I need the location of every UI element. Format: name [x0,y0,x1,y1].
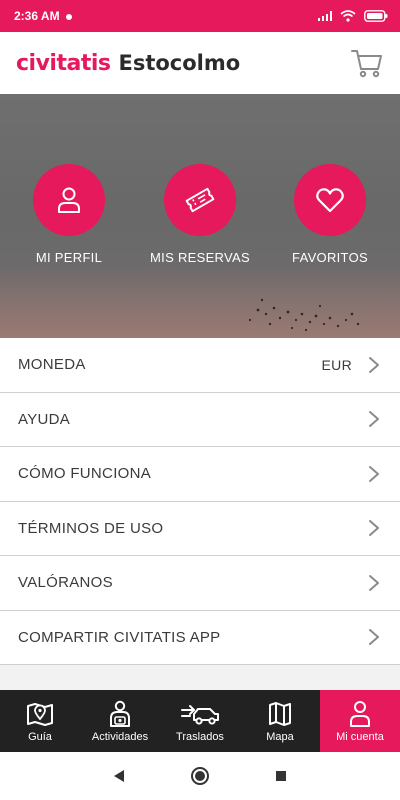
heart-icon [316,188,344,213]
menu-item-label: VALÓRANOS [18,574,113,592]
user-icon [350,700,370,727]
account-menu: MONEDA EUR AYUDA CÓMO FUNCIONA TÉRMINOS … [0,338,400,665]
wifi-icon [340,10,356,22]
nav-item-activities[interactable]: Actividades [80,690,160,752]
nav-label-map: Mapa [266,730,294,743]
menu-item-share[interactable]: COMPARTIR CIVITATIS APP [0,610,400,665]
home-icon[interactable] [190,766,210,786]
bottom-nav: Guía Actividades Traslados Mapa Mi cuent… [0,690,400,752]
user-icon [58,187,80,213]
menu-item-terms[interactable]: TÉRMINOS DE USO [0,501,400,556]
status-time: 2:36 AM [14,9,60,23]
hero-item-profile[interactable]: MI PERFIL [4,164,134,265]
ticket-icon [185,187,215,213]
menu-item-label: MONEDA [18,356,86,374]
hero-label-profile: MI PERFIL [35,250,103,265]
favorites-circle[interactable] [294,164,366,236]
map-pin-book-icon [27,702,53,726]
notification-dot [65,13,72,20]
menu-item-label: COMPARTIR CIVITATIS APP [18,628,221,646]
battery-icon [364,10,388,22]
nav-item-map[interactable]: Mapa [240,690,320,752]
status-icons [318,10,388,22]
menu-item-label: AYUDA [18,410,71,428]
back-icon[interactable] [112,769,126,783]
menu-bottom-spacer [0,665,400,690]
transfer-car-icon [181,704,219,725]
nav-item-my-account[interactable]: Mi cuenta [320,690,400,752]
hero-label-favorites: FAVORITOS [292,250,368,265]
chevron-right-icon [369,465,379,482]
guide-person-icon [110,700,130,727]
brand-logo: civitatis [16,50,111,76]
chevron-right-icon [369,520,379,537]
chevron-right-icon [369,629,379,646]
menu-item-label: CÓMO FUNCIONA [18,465,152,483]
bookings-circle[interactable] [164,164,236,236]
nav-item-transfers[interactable]: Traslados [160,690,240,752]
menu-item-rate[interactable]: VALÓRANOS [0,556,400,611]
nav-label-my-account: Mi cuenta [336,730,384,743]
map-icon [269,701,291,726]
hero-item-favorites[interactable]: FAVORITOS [265,164,395,265]
app-header: civitatis Estocolmo [0,32,400,94]
hero-item-bookings[interactable]: MIS RESERVAS [135,164,265,265]
hero-label-bookings: MIS RESERVAS [150,250,250,265]
nav-label-activities: Actividades [91,730,149,743]
menu-item-how-it-works[interactable]: CÓMO FUNCIONA [0,447,400,502]
profile-circle[interactable] [33,164,105,236]
cart-icon[interactable] [350,46,384,80]
page-title: Estocolmo [118,51,241,75]
system-nav [0,752,400,800]
nav-label-guide: Guía [28,730,52,743]
chevron-right-icon [369,574,379,591]
status-bar: 2:36 AM [0,0,400,32]
nav-label-transfers: Traslados [176,730,224,743]
birds-decoration [248,298,360,332]
menu-item-help[interactable]: AYUDA [0,392,400,447]
currency-value: EUR [321,356,352,373]
menu-item-label: TÉRMINOS DE USO [18,519,164,537]
recents-icon[interactable] [274,769,288,783]
account-hero: MI PERFIL MIS RESERVAS FAVORITOS [0,94,400,338]
menu-item-currency[interactable]: MONEDA EUR [0,338,400,393]
signal-icon [318,11,332,21]
chevron-right-icon [369,356,379,373]
chevron-right-icon [369,411,379,428]
nav-item-guide[interactable]: Guía [0,690,80,752]
